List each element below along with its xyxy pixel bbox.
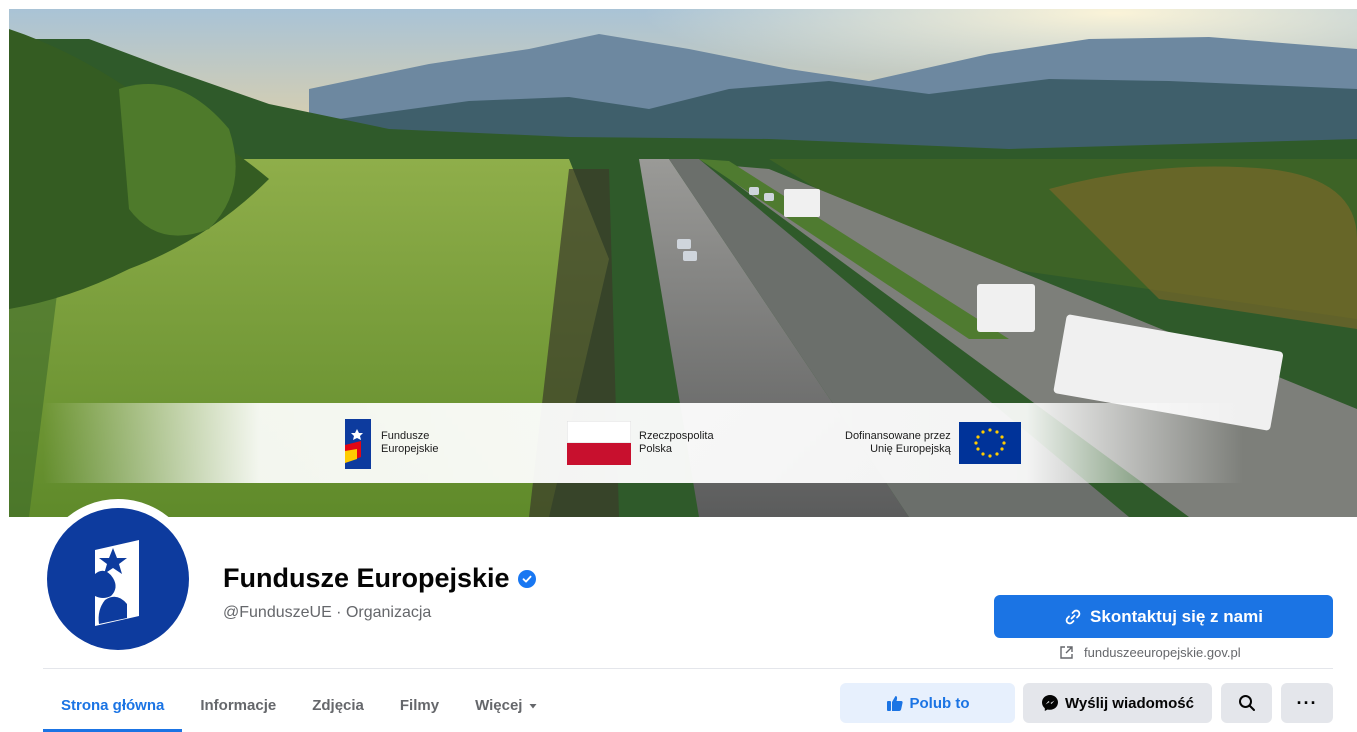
like-button[interactable]: Polub to (840, 683, 1015, 723)
avatar (47, 508, 189, 650)
pl-logo-line1: Rzeczpospolita (639, 430, 714, 442)
tab-about[interactable]: Informacje (182, 679, 294, 732)
eu-logo: Dofinansowane przez Unię Europejską (845, 415, 1021, 471)
fe-flag-icon (345, 419, 371, 469)
search-icon (1238, 695, 1255, 711)
tab-more-label: Więcej (475, 697, 523, 714)
search-button[interactable] (1221, 683, 1272, 723)
verified-badge-icon[interactable] (517, 569, 536, 588)
tab-home[interactable]: Strona główna (43, 679, 183, 732)
website-link[interactable]: funduszeeuropejskie.gov.pl (1059, 645, 1241, 660)
pl-logo-line2: Polska (639, 443, 673, 455)
tab-home-label: Strona główna (61, 697, 165, 714)
fe-logo: Fundusze Europejskie (343, 415, 438, 471)
tab-videos-label: Filmy (399, 697, 440, 714)
page-title: Fundusze Europejskie (223, 563, 536, 594)
eu-logo-line1: Dofinansowane przez (845, 430, 951, 442)
profile-picture[interactable] (38, 499, 198, 659)
send-message-label: Wyślij wiadomość (1065, 694, 1194, 712)
website-url: funduszeeuropejskie.gov.pl (1084, 645, 1241, 660)
fe-emblem-icon (95, 540, 139, 626)
more-options-button[interactable]: ··· (1281, 683, 1333, 723)
external-link-icon (1060, 646, 1073, 659)
more-icon: ··· (1296, 692, 1318, 713)
eu-logo-line2: Unię Europejską (870, 443, 951, 455)
contact-button-label: Skontaktuj się z nami (1090, 606, 1263, 626)
contact-button[interactable]: Skontaktuj się z nami (994, 595, 1333, 638)
tab-about-label: Informacje (200, 697, 277, 714)
page-tabs: Strona główna Informacje Zdjęcia Filmy W… (43, 679, 556, 732)
cover-photo[interactable]: Fundusze Europejskie Rzeczpospolita Pols… (9, 9, 1357, 517)
like-button-label: Polub to (909, 694, 970, 712)
tab-more[interactable]: Więcej (457, 679, 556, 732)
link-icon (1065, 609, 1081, 624)
eu-flag-icon (958, 422, 1021, 464)
pl-logo: Rzeczpospolita Polska (567, 415, 714, 471)
messenger-icon (1042, 695, 1059, 711)
page-name-text: Fundusze Europejskie (223, 563, 510, 593)
funding-banner: Fundusze Europejskie Rzeczpospolita Pols… (43, 403, 1243, 483)
tab-videos[interactable]: Filmy (382, 679, 457, 732)
thumbs-up-icon (886, 696, 903, 711)
tab-photos[interactable]: Zdjęcia (294, 679, 382, 732)
page-handle-category: @FunduszeUE · Organizacja (223, 604, 432, 621)
fe-logo-line1: Fundusze (381, 430, 430, 442)
fe-logo-line2: Europejskie (381, 443, 439, 455)
page-header: Fundusze Europejskie Rzeczpospolita Pols… (9, 9, 1357, 732)
poland-flag-icon (567, 421, 631, 465)
send-message-button[interactable]: Wyślij wiadomość (1023, 683, 1212, 723)
header-divider (43, 668, 1333, 669)
tab-photos-label: Zdjęcia (312, 697, 364, 714)
caret-down-icon (529, 703, 537, 708)
